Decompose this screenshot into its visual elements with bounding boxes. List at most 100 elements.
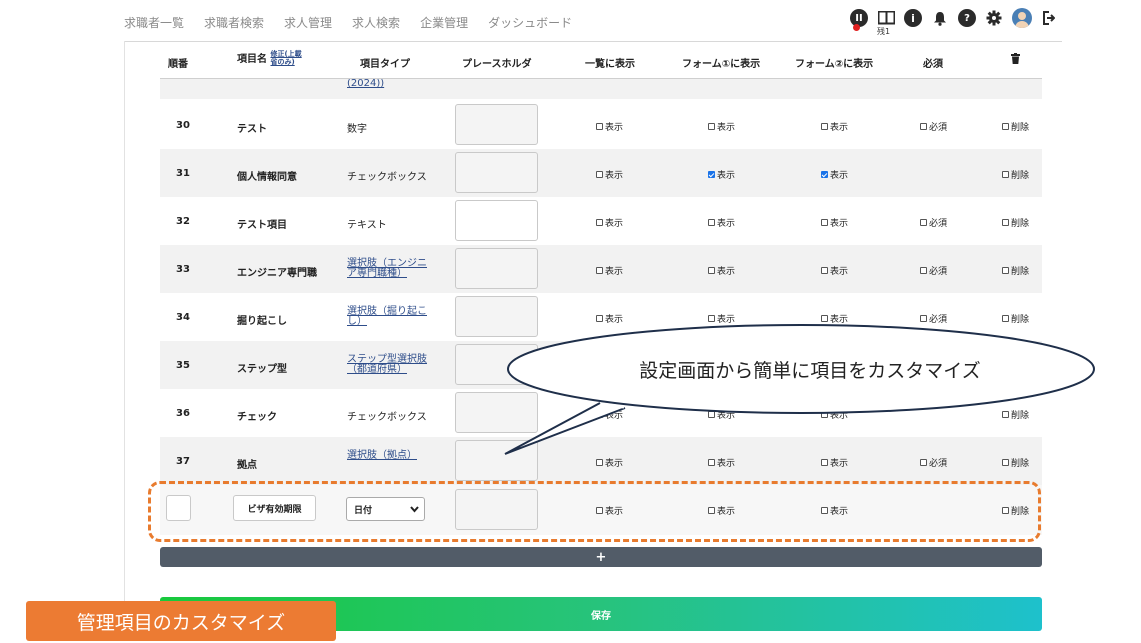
remaining-count: 残1 [877,27,891,36]
callout-text: 設定画面から簡単に項目をカスタマイズ [639,360,981,382]
form2-checkbox[interactable]: 表示 [821,120,848,133]
checkbox-box [708,267,715,274]
nav-company-management[interactable]: 企業管理 [420,14,468,31]
placeholder-input[interactable] [455,200,538,241]
row-name: 個人情報同意 [237,172,297,183]
row-type: テキスト [347,220,387,231]
checkbox-box [596,123,603,130]
new-name-input[interactable]: ビザ有効期限 [233,495,316,521]
checkbox-box [708,171,715,178]
header-form2: フォーム②に表示 [795,59,874,70]
checkbox-box [596,267,603,274]
form2-checkbox[interactable]: 表示 [821,168,848,181]
form2-checkbox[interactable]: 表示 [821,264,848,277]
row-type-link[interactable]: ステップ型選択肢（都道府県） [347,355,429,375]
required-checkbox[interactable]: 必須 [920,264,947,277]
new-type-select[interactable]: 日付 [346,497,425,521]
checkbox-box [708,507,715,514]
table-row: 32 テスト項目 テキスト 表示 表示 表示 必須 削除 [160,197,1042,245]
nav-candidate-list[interactable]: 求職者一覧 [124,14,184,31]
avatar[interactable] [1012,8,1032,28]
checkbox-box [708,459,715,466]
nav-job-management[interactable]: 求人管理 [284,14,332,31]
speech-bubble [504,324,1095,455]
header-name-label: 項目名 [237,54,267,65]
form1-checkbox[interactable]: 表示 [708,264,735,277]
header-type: 項目タイプ [360,59,410,70]
checkbox-box [596,459,603,466]
checkbox-box [821,267,828,274]
form1-checkbox[interactable]: 表示 [708,216,735,229]
row-name: ステップ型 [237,364,287,375]
header-icons: II 残1 i ? [850,8,1067,36]
nav-candidate-search[interactable]: 求職者検索 [204,14,264,31]
bell-icon[interactable] [931,9,949,27]
placeholder-input[interactable] [455,104,538,145]
placeholder-input[interactable] [455,152,538,193]
form1-checkbox[interactable]: 表示 [708,120,735,133]
info-icon[interactable]: i [904,9,922,27]
new-form1-checkbox[interactable]: 表示 [708,504,735,517]
row-number: 33 [176,264,190,275]
new-type-selected: 日付 [354,505,373,516]
book-icon[interactable]: 残1 [877,9,895,36]
checkbox-box [920,219,927,226]
header-placeholder: プレースホルダ [462,59,532,70]
caption-label: 管理項目のカスタマイズ [26,601,336,641]
list-checkbox[interactable]: 表示 [596,120,623,133]
new-item-row: ビザ有効期限 日付 表示 表示 表示 削除 [160,485,1042,535]
new-list-checkbox[interactable]: 表示 [596,504,623,517]
row-type: チェックボックス [347,172,427,183]
checkbox-box [1002,507,1009,514]
row-name: エンジニア専門職 [237,268,317,279]
add-row-button[interactable]: + [160,547,1042,567]
row-type-partial[interactable]: (2024)) [347,79,429,89]
header-form1: フォーム①に表示 [682,59,761,70]
notification-pause-icon[interactable]: II [850,9,868,31]
delete-checkbox[interactable]: 削除 [1002,168,1029,181]
row-type: チェックボックス [347,412,427,423]
delete-checkbox[interactable]: 削除 [1002,216,1029,229]
checkbox-box [821,219,828,226]
delete-checkbox[interactable]: 削除 [1002,120,1029,133]
trash-icon [1011,53,1020,67]
nav-dashboard[interactable]: ダッシュボード [488,14,572,31]
form2-checkbox[interactable]: 表示 [821,216,848,229]
form1-checkbox[interactable]: 表示 [708,168,735,181]
logout-icon[interactable] [1040,9,1058,27]
checkbox-box [1002,123,1009,130]
delete-checkbox[interactable]: 削除 [1002,264,1029,277]
nav-job-search[interactable]: 求人検索 [352,14,400,31]
row-number: 31 [176,168,190,179]
header-order: 順番 [168,59,188,70]
checkbox-box [596,507,603,514]
list-checkbox[interactable]: 表示 [596,216,623,229]
checkbox-box [920,267,927,274]
row-type-link[interactable]: 選択肢（掘り起こし） [347,307,429,327]
gear-icon[interactable] [985,9,1003,27]
row-name: 拠点 [237,460,257,471]
checkbox-box [708,123,715,130]
placeholder-input[interactable] [455,248,538,289]
help-icon[interactable]: ? [958,9,976,27]
row-number: 36 [176,408,190,419]
checkbox-box [1002,459,1009,466]
new-form2-checkbox[interactable]: 表示 [821,504,848,517]
checkbox-box [596,219,603,226]
list-checkbox[interactable]: 表示 [596,264,623,277]
row-type-link[interactable]: 選択肢（拠点） [347,451,429,461]
checkbox-box [596,171,603,178]
list-checkbox[interactable]: 表示 [596,168,623,181]
row-type-link[interactable]: 選択肢（エンジニア専門職種） [347,259,429,279]
row-number: 35 [176,360,190,371]
required-checkbox[interactable]: 必須 [920,120,947,133]
new-order-input[interactable] [166,495,191,521]
header-name-note[interactable]: 修正(上載 省のみ) [270,50,301,66]
table-row: 33 エンジニア専門職 選択肢（エンジニア専門職種） 表示 表示 表示 必須 削除 [160,245,1042,293]
new-placeholder-input[interactable] [455,489,538,530]
required-checkbox[interactable]: 必須 [920,216,947,229]
new-delete-checkbox[interactable]: 削除 [1002,504,1029,517]
checkbox-box [708,219,715,226]
row-name: テスト項目 [237,220,287,231]
chevron-down-icon [410,503,419,516]
